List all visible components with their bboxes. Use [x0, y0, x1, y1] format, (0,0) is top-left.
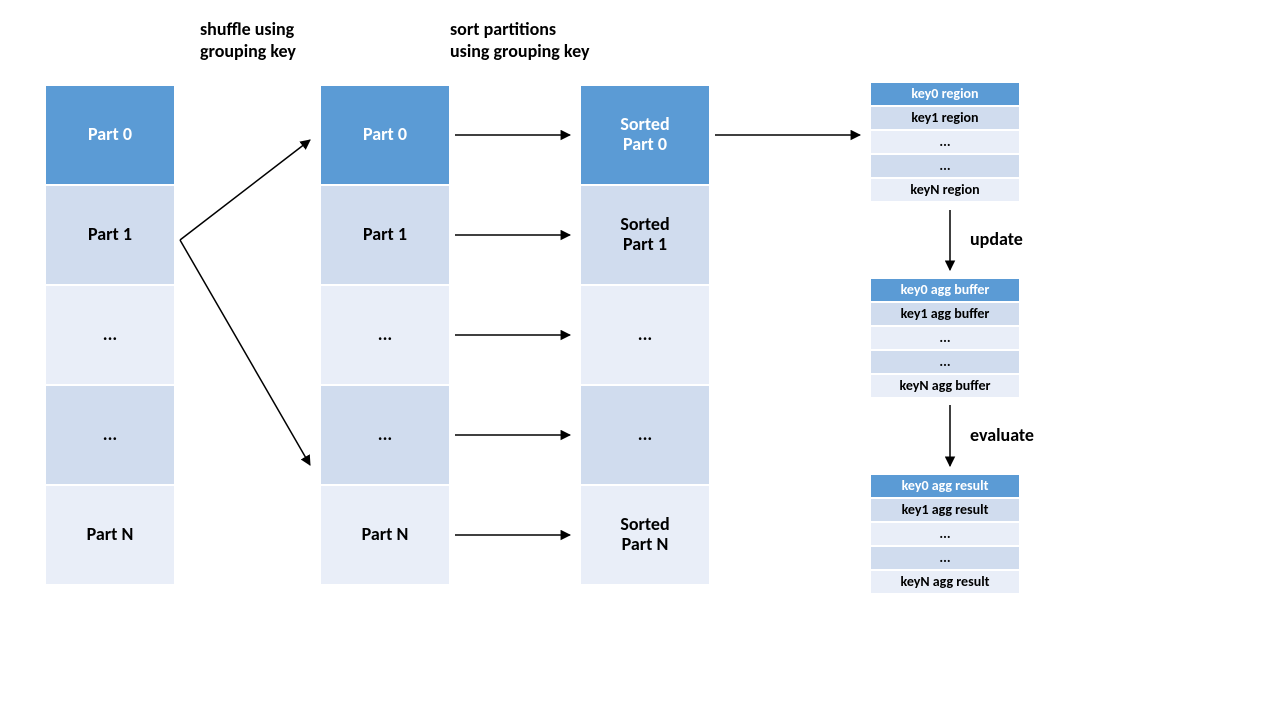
- table-regions: key0 region key1 region ... ... keyN reg…: [870, 82, 1020, 202]
- table-results: key0 agg result key1 agg result ... ... …: [870, 474, 1020, 594]
- part-shuffled-2: ...: [320, 285, 450, 385]
- column-input: Part 0 Part 1 ... ... Part N: [45, 85, 175, 585]
- part-sorted-4: Sorted Part N: [580, 485, 710, 585]
- region-row: key1 region: [870, 106, 1020, 130]
- result-row: keyN agg result: [870, 570, 1020, 594]
- part-input-0: Part 0: [45, 85, 175, 185]
- region-row: ...: [870, 130, 1020, 154]
- part-input-1: Part 1: [45, 185, 175, 285]
- buffer-row: key1 agg buffer: [870, 302, 1020, 326]
- region-row: ...: [870, 154, 1020, 178]
- diagram-root: shuffle using grouping key sort partitio…: [0, 0, 1280, 720]
- result-row: ...: [870, 546, 1020, 570]
- part-sorted-1: Sorted Part 1: [580, 185, 710, 285]
- result-row: key1 agg result: [870, 498, 1020, 522]
- table-buffers: key0 agg buffer key1 agg buffer ... ... …: [870, 278, 1020, 398]
- buffer-row: keyN agg buffer: [870, 374, 1020, 398]
- part-input-4: Part N: [45, 485, 175, 585]
- part-sorted-0: Sorted Part 0: [580, 85, 710, 185]
- column-shuffled: Part 0 Part 1 ... ... Part N: [320, 85, 450, 585]
- column-sorted: Sorted Part 0 Sorted Part 1 ... ... Sort…: [580, 85, 710, 585]
- part-input-2: ...: [45, 285, 175, 385]
- buffer-row: ...: [870, 326, 1020, 350]
- label-update: update: [970, 228, 1023, 250]
- region-row: key0 region: [870, 82, 1020, 106]
- buffer-row: ...: [870, 350, 1020, 374]
- part-shuffled-4: Part N: [320, 485, 450, 585]
- part-sorted-3: ...: [580, 385, 710, 485]
- part-sorted-2: ...: [580, 285, 710, 385]
- part-shuffled-3: ...: [320, 385, 450, 485]
- region-row: keyN region: [870, 178, 1020, 202]
- result-row: key0 agg result: [870, 474, 1020, 498]
- result-row: ...: [870, 522, 1020, 546]
- label-sort: sort partitions using grouping key: [450, 18, 589, 62]
- buffer-row: key0 agg buffer: [870, 278, 1020, 302]
- label-evaluate: evaluate: [970, 424, 1034, 446]
- part-shuffled-0: Part 0: [320, 85, 450, 185]
- label-shuffle: shuffle using grouping key: [200, 18, 296, 62]
- part-shuffled-1: Part 1: [320, 185, 450, 285]
- part-input-3: ...: [45, 385, 175, 485]
